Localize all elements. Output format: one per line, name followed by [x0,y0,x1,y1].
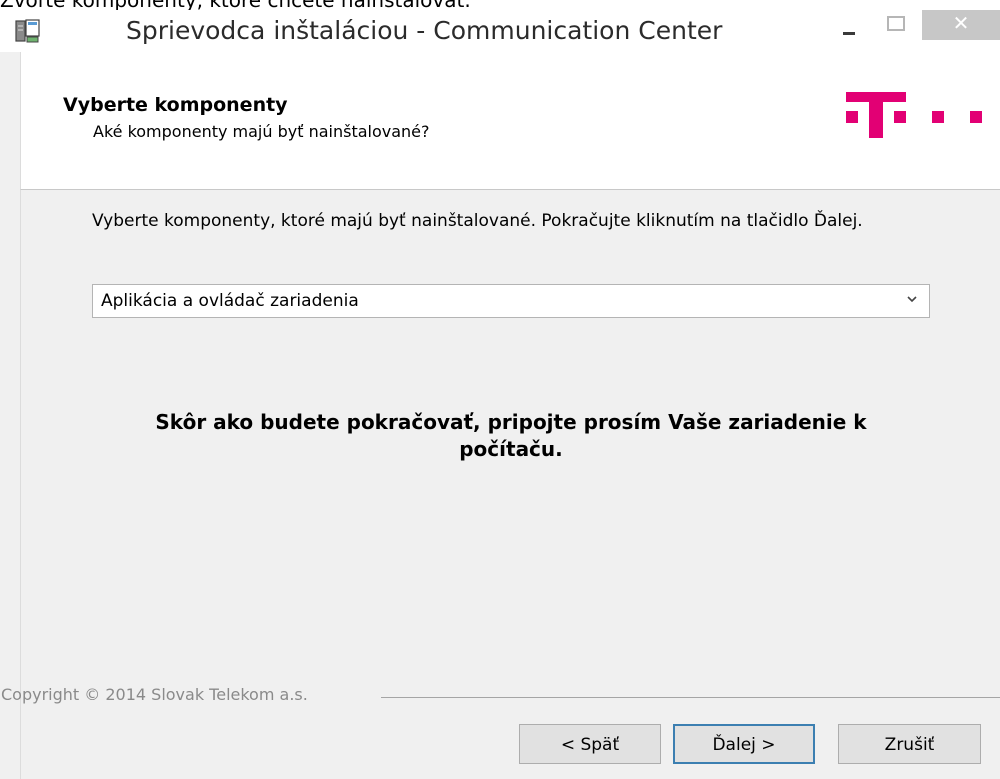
maximize-icon [887,16,905,31]
copyright-text: Copyright © 2014 Slovak Telekom a.s. [1,685,308,704]
telekom-logo [846,92,982,138]
installer-app-icon [15,19,40,43]
window-title: Sprievodca inštaláciou - Communication C… [126,16,723,45]
maximize-button[interactable] [872,10,918,40]
components-dropdown[interactable]: Aplikácia a ovládač zariadenia [92,284,930,318]
chevron-down-icon [907,296,917,303]
minimize-button[interactable] [826,10,870,40]
footer-divider [381,697,1000,698]
connect-device-notice: Skôr ako budete pokračovať, pripojte pro… [155,410,867,461]
page-title: Vyberte komponenty [63,94,288,116]
title-bar[interactable]: Sprievodca inštaláciou - Communication C… [0,10,1000,52]
close-button[interactable]: ✕ [922,10,1000,40]
telekom-logo-mark [846,92,982,138]
wizard-content: Vyberte komponenty, ktoré majú byť nainš… [1,190,1000,779]
components-dropdown-value: Aplikácia a ovládač zariadenia [101,291,359,311]
back-button[interactable]: < Späť [519,724,661,764]
wizard-header: Vyberte komponenty Aké komponenty majú b… [20,52,1000,190]
instruction-text: Vyberte komponenty, ktoré majú byť nainš… [92,211,863,231]
installer-window: Sprievodca inštaláciou - Communication C… [0,10,1000,779]
page-subtitle: Aké komponenty majú byť nainštalované? [93,122,430,141]
next-button[interactable]: Ďalej > [673,724,815,764]
cancel-button[interactable]: Zrušiť [838,724,981,764]
close-icon: ✕ [952,11,970,35]
minimize-icon [843,32,855,35]
